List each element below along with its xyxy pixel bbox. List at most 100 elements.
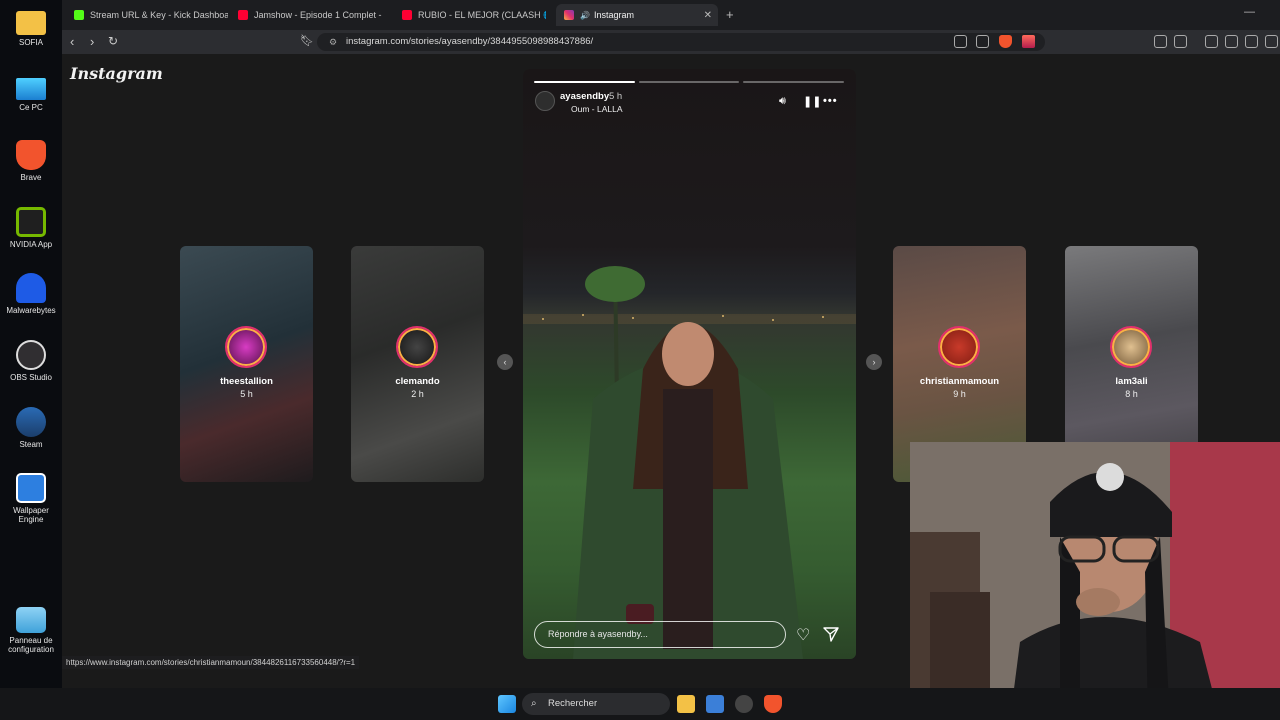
story-avatar[interactable] — [535, 91, 555, 111]
progress-segment — [534, 81, 635, 83]
story-time: 5 h — [609, 91, 623, 102]
control-panel-icon — [16, 607, 46, 633]
taskbar: ⌕ Rechercher — [0, 688, 1280, 720]
story-username: clemando — [395, 376, 440, 387]
sidebar-icon[interactable] — [1225, 35, 1238, 48]
microsoft-store-icon[interactable] — [706, 695, 724, 713]
brave-rewards-icon[interactable] — [1022, 35, 1035, 48]
reply-input[interactable]: Répondre à ayasendby... — [534, 621, 786, 648]
desktop-icon-label: SOFIA — [18, 38, 43, 47]
close-tab-icon[interactable]: ✕ — [704, 10, 712, 21]
taskbar-search[interactable]: ⌕ Rechercher — [522, 693, 670, 715]
tab-youtube-rubio[interactable]: RUBIO - EL MEJOR (CLAASH 🌐) - Yo — [398, 4, 546, 26]
share-send-icon[interactable] — [822, 625, 840, 643]
desktop-icon-label: Malwarebytes — [6, 306, 56, 315]
desktop-icon-label: Ce PC — [19, 103, 43, 112]
app-icon[interactable] — [735, 695, 753, 713]
site-info-icon[interactable]: ⚙ — [329, 33, 337, 51]
avatar — [1110, 326, 1152, 368]
story-photo-illustration — [523, 266, 856, 659]
desktop-icons: SOFIA Ce PC Brave NVIDIA App Malwarebyte… — [0, 0, 62, 688]
brave-icon — [16, 140, 46, 170]
tab-kick-dashboard[interactable]: Stream URL & Key - Kick Dashboard — [70, 4, 228, 26]
tab-title: Instagram — [593, 10, 634, 20]
navigation-bar: ‹ › ↻ 🔖︎ ⚙ instagram.com/stories/ayasend… — [62, 30, 1280, 54]
youtube-icon — [402, 10, 412, 20]
malwarebytes-icon — [16, 273, 46, 303]
story-progress — [534, 81, 845, 83]
share-icon[interactable] — [976, 35, 989, 48]
search-icon: ⌕ — [531, 698, 537, 709]
desktop-icon-label: Brave — [20, 173, 42, 182]
story-username[interactable]: ayasendby — [560, 91, 609, 102]
pause-icon[interactable]: ❚❚ — [803, 95, 821, 108]
kick-icon — [74, 10, 84, 20]
desktop-icon-control-panel[interactable]: Panneau de configuration — [0, 607, 62, 654]
tab-youtube-jamshow[interactable]: Jamshow - Episode 1 Complet - YouT — [234, 4, 382, 26]
folder-icon — [16, 11, 46, 35]
story-viewer: ayasendby 5 h Oum - LALLA 🔊︎ ❚❚ ••• Répo… — [523, 69, 856, 659]
media-icon[interactable] — [1205, 35, 1218, 48]
nvidia-icon — [16, 207, 46, 237]
steam-icon — [16, 407, 46, 437]
desktop-icon-label: OBS Studio — [10, 373, 52, 382]
avatar — [938, 326, 980, 368]
forward-button[interactable]: › — [90, 34, 94, 49]
story-username: lam3ali — [1115, 376, 1148, 387]
minimize-icon[interactable]: — — [1244, 6, 1255, 18]
story-time: 8 h — [1125, 389, 1138, 399]
more-options-icon[interactable]: ••• — [823, 95, 838, 107]
previous-story-button[interactable]: ‹ — [497, 354, 513, 370]
wallet-icon[interactable] — [1245, 35, 1258, 48]
instagram-logo[interactable]: Instagram — [70, 64, 163, 83]
desktop-icon-brave[interactable]: Brave — [0, 140, 62, 182]
speaker-icon: 🔊 — [580, 10, 590, 20]
tab-strip: Stream URL & Key - Kick Dashboard Jamsho… — [62, 0, 1280, 30]
desktop-icon-label: Steam — [19, 440, 43, 449]
bookmark-icon[interactable]: 🔖︎ — [300, 34, 314, 47]
story-time: 5 h — [240, 389, 253, 399]
windows-start-icon[interactable] — [498, 695, 516, 713]
volume-icon[interactable]: 🔊︎ — [779, 95, 786, 108]
brave-shields-icon[interactable] — [999, 35, 1012, 48]
tab-instagram[interactable]: 🔊 Instagram ✕ — [556, 4, 718, 26]
desktop-icon-obs[interactable]: OBS Studio — [0, 340, 62, 382]
desktop-icon-label: Wallpaper Engine — [13, 506, 49, 524]
story-preview-theestallion[interactable]: theestallion 5 h — [180, 246, 313, 482]
address-bar[interactable]: ⚙ instagram.com/stories/ayasendby/384495… — [317, 33, 1045, 51]
story-time: 2 h — [411, 389, 424, 399]
desktop-icon-label: NVIDIA App — [9, 240, 53, 249]
back-button[interactable]: ‹ — [70, 34, 74, 49]
desktop-icon-steam[interactable]: Steam — [0, 407, 62, 449]
ai-icon[interactable] — [1265, 35, 1278, 48]
tab-title: RUBIO - EL MEJOR (CLAASH 🌐) - Yo — [418, 9, 546, 20]
desktop-icon-nvidia[interactable]: NVIDIA App — [0, 207, 62, 249]
avatar — [396, 326, 438, 368]
story-music[interactable]: Oum - LALLA — [571, 104, 623, 114]
desktop-icon-malwarebytes[interactable]: Malwarebytes — [0, 273, 62, 315]
wallpaper-engine-icon — [16, 473, 46, 503]
leo-icon[interactable] — [1174, 35, 1187, 48]
desktop-icon-wallpaper-engine[interactable]: Wallpaper Engine — [0, 473, 62, 524]
obs-icon — [16, 340, 46, 370]
extensions-icon[interactable] — [1154, 35, 1167, 48]
cast-icon[interactable] — [954, 35, 967, 48]
status-bar-url: https://www.instagram.com/stories/christ… — [62, 656, 360, 669]
url-text: instagram.com/stories/ayasendby/38449550… — [346, 36, 594, 47]
progress-segment — [638, 81, 740, 83]
reload-button[interactable]: ↻ — [108, 34, 118, 48]
next-story-button[interactable]: › — [866, 354, 882, 370]
story-username: christianmamoun — [919, 376, 1000, 387]
avatar — [225, 326, 267, 368]
tab-title: Jamshow - Episode 1 Complet - YouT — [254, 10, 382, 20]
brave-taskbar-icon[interactable] — [764, 695, 782, 713]
new-tab-button[interactable]: + — [726, 7, 734, 22]
screen: { "desktop": { "icons": [ {"label": "SOF… — [0, 0, 1280, 720]
story-preview-clemando[interactable]: clemando 2 h — [351, 246, 484, 482]
story-username: theestallion — [220, 376, 273, 387]
webcam-overlay — [910, 442, 1280, 720]
desktop-icon-ce-pc[interactable]: Ce PC — [0, 74, 62, 112]
like-icon[interactable]: ♡ — [796, 625, 810, 645]
file-explorer-icon[interactable] — [677, 695, 695, 713]
desktop-icon-sofia[interactable]: SOFIA — [0, 8, 62, 47]
